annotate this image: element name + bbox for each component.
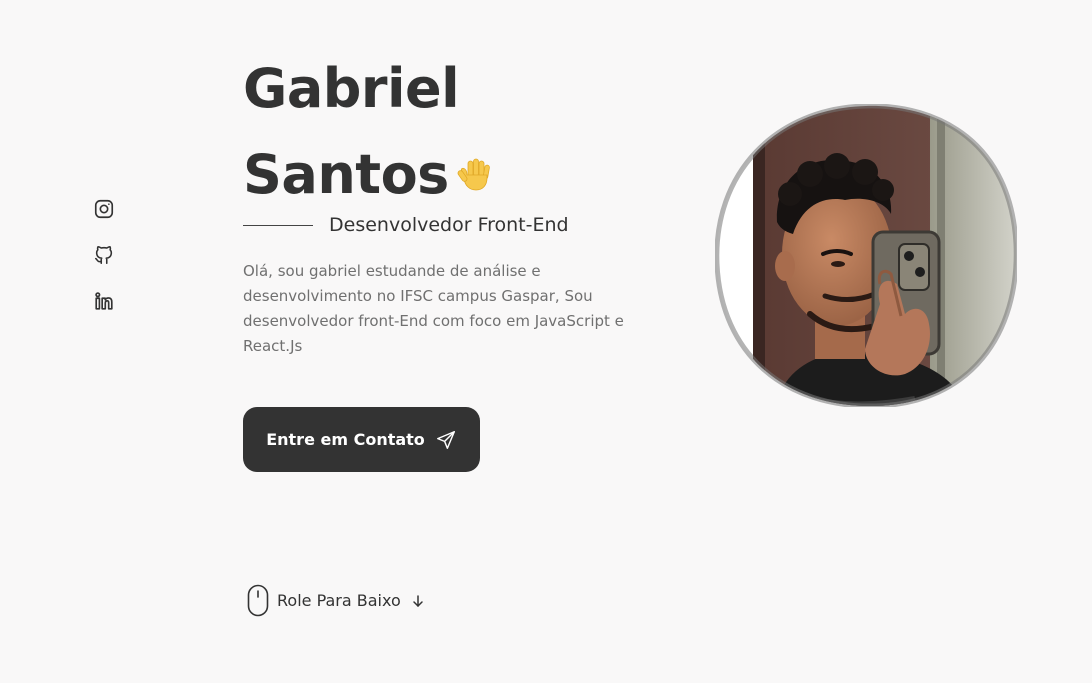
social-links bbox=[93, 198, 115, 312]
profile-image bbox=[715, 104, 1017, 407]
github-icon bbox=[94, 246, 113, 265]
hero-subtitle: Desenvolvedor Front-End bbox=[329, 214, 569, 236]
title-last-line: Santos bbox=[243, 132, 495, 218]
instagram-icon bbox=[94, 199, 114, 219]
scroll-down-label: Role Para Baixo bbox=[277, 591, 401, 610]
waving-hand-icon bbox=[457, 158, 490, 191]
linkedin-link[interactable] bbox=[93, 290, 115, 312]
title-first-name: Gabriel bbox=[243, 57, 460, 120]
home-section: Gabriel Santos Desenvolvedor Front-End O… bbox=[0, 0, 1092, 683]
subtitle-row: Desenvolvedor Front-End bbox=[243, 214, 569, 236]
hero-description: Olá, sou gabriel estudande de análise e … bbox=[243, 262, 624, 355]
scroll-down-link[interactable]: Role Para Baixo bbox=[247, 584, 425, 617]
instagram-link[interactable] bbox=[93, 198, 115, 220]
subtitle-divider bbox=[243, 224, 313, 226]
github-link[interactable] bbox=[93, 244, 115, 266]
arrow-down-icon bbox=[413, 594, 423, 607]
contact-button-label: Entre em Contato bbox=[266, 430, 425, 449]
profile-photo bbox=[715, 104, 1017, 407]
send-icon bbox=[436, 430, 455, 449]
hero-title: Gabriel Santos bbox=[243, 46, 495, 218]
mouse-icon bbox=[247, 584, 269, 617]
contact-button[interactable]: Entre em Contato bbox=[243, 407, 480, 472]
title-last-name: Santos bbox=[243, 143, 449, 206]
linkedin-icon bbox=[95, 292, 113, 310]
